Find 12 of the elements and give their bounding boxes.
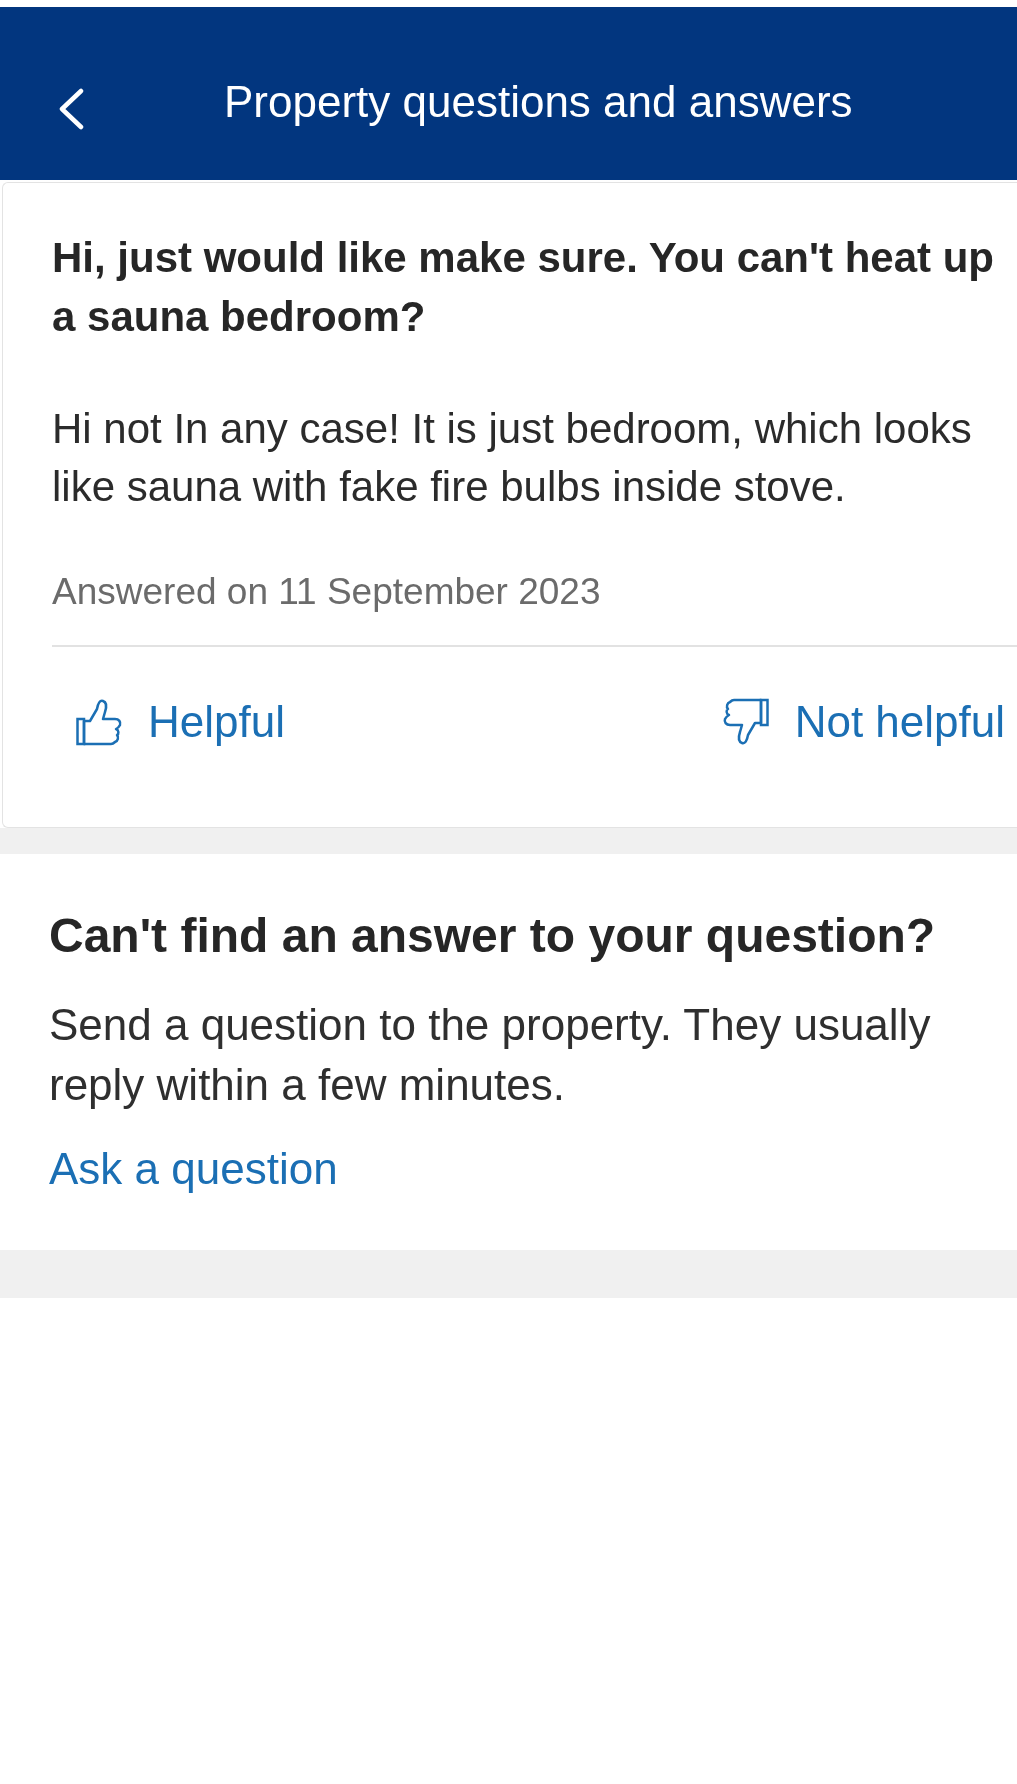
ask-question-link[interactable]: Ask a question	[49, 1142, 338, 1196]
answer-text: Hi not In any case! It is just bedroom, which looks like sauna with fake fire bulbs inside stove.	[52, 404, 973, 512]
answer-date: Answered on 11 September 2023	[52, 570, 602, 614]
ask-heading: Can't find an answer to your question?	[49, 908, 937, 964]
back-icon[interactable]	[58, 88, 85, 130]
ask-description: Send a question to the property. They usually reply within a few minutes.	[49, 999, 932, 1111]
question-text: Hi, just would like make sure. You can't heat up a sauna bedroom?	[52, 233, 995, 342]
page-title: Property questions and answers	[224, 76, 853, 128]
thumbs-down-icon	[721, 697, 770, 747]
not-helpful-button[interactable]: Not helpful	[721, 697, 1005, 747]
thumbs-up-icon	[75, 697, 123, 747]
helpful-button[interactable]: Helpful	[75, 697, 285, 747]
